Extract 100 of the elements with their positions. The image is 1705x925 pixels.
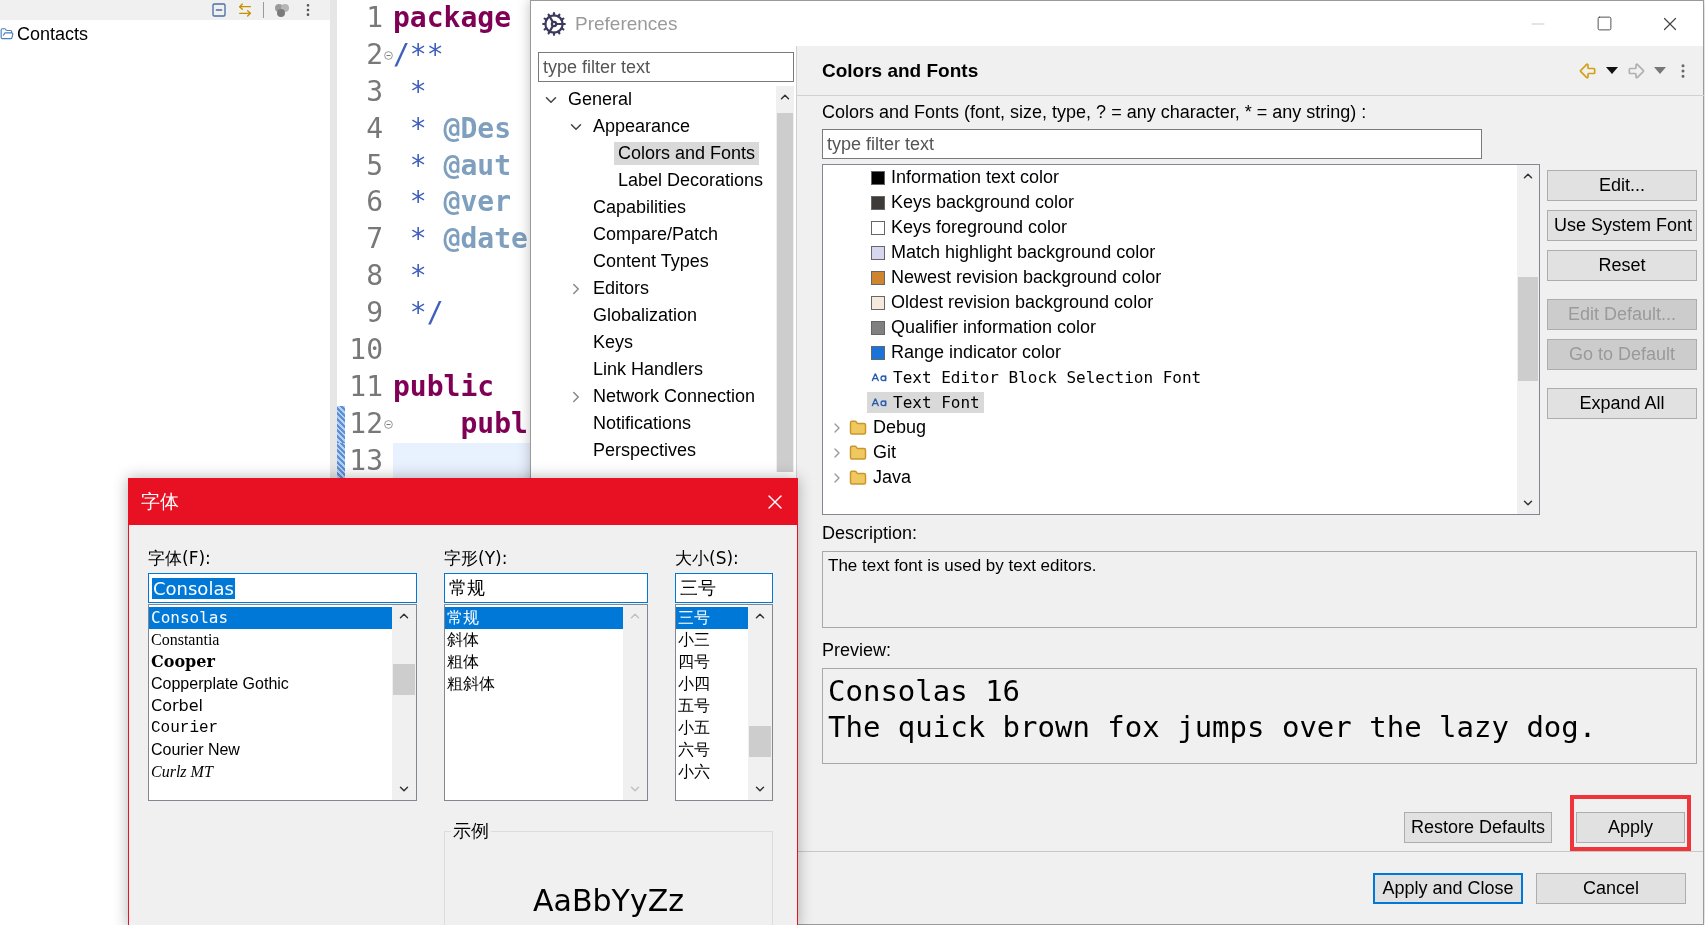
list-item[interactable]: Java <box>845 466 916 489</box>
action-button[interactable]: Expand All <box>1547 388 1697 419</box>
collapse-icon[interactable] <box>383 419 393 429</box>
list-item[interactable]: Constantia <box>149 629 392 651</box>
tree-item[interactable]: Compare/Patch <box>589 223 723 246</box>
description-label: Description: <box>822 522 919 545</box>
list-item[interactable]: 小六 <box>676 761 748 783</box>
list-item[interactable]: Qualifier information color <box>867 316 1101 339</box>
action-button[interactable]: Use System Font <box>1547 210 1697 241</box>
line-number: 5 <box>365 147 383 184</box>
tree-item[interactable]: Link Handlers <box>589 358 708 381</box>
line-number: 11 <box>348 368 383 405</box>
tree-item[interactable]: Network Connection <box>589 385 760 408</box>
scrollbar[interactable] <box>392 605 416 800</box>
input-field[interactable]: 常规 <box>444 573 648 603</box>
tree-item[interactable]: Keys <box>589 331 638 354</box>
arrows-icon[interactable] <box>237 2 253 18</box>
list-item[interactable]: 小四 <box>676 673 748 695</box>
dialog-title: 字体 <box>141 489 179 514</box>
list-item[interactable]: 粗体 <box>445 651 623 673</box>
list-item[interactable]: 小五 <box>676 717 748 739</box>
scrollbar-thumb[interactable] <box>749 725 771 758</box>
scrollbar-thumb[interactable] <box>777 113 793 472</box>
list-item[interactable]: 常规 <box>445 607 623 629</box>
list-item[interactable]: 小三 <box>676 629 748 651</box>
list-item[interactable]: Text Editor Block Selection Font <box>867 367 1206 388</box>
window-title: Preferences <box>575 12 678 35</box>
list-item[interactable]: Courier New <box>149 739 392 761</box>
line-number: 4 <box>365 110 383 147</box>
action-button[interactable]: Restore Defaults <box>1403 812 1552 843</box>
collapse-icon[interactable] <box>383 50 393 60</box>
back-icon[interactable] <box>1578 60 1598 81</box>
maximize-icon[interactable] <box>1595 15 1613 32</box>
input-field[interactable]: 三号 <box>675 573 773 603</box>
circles-icon[interactable] <box>274 3 290 17</box>
list-item[interactable]: Copperplate Gothic <box>149 673 392 695</box>
sample-text: AaBbYyZz <box>533 883 684 920</box>
list-item[interactable]: Consolas <box>149 607 392 629</box>
dialog-button[interactable]: Cancel <box>1536 872 1686 904</box>
list-item[interactable]: 斜体 <box>445 629 623 651</box>
line-number: 10 <box>348 332 383 368</box>
scrollbar[interactable] <box>1517 165 1539 514</box>
preview-text: Consolas 16 <box>828 673 1022 709</box>
filter-field[interactable]: type filter text <box>822 129 1482 159</box>
tree-item[interactable]: Editors <box>589 277 654 300</box>
list-item[interactable]: Courier <box>149 717 392 739</box>
filter-field[interactable]: type filter text <box>538 52 794 82</box>
scrollbar[interactable] <box>748 605 772 800</box>
tree-item[interactable]: Globalization <box>589 304 702 327</box>
code-line: public <box>393 368 496 405</box>
list-item[interactable]: Text Font <box>867 392 984 413</box>
list-item[interactable]: Keys foreground color <box>867 216 1072 239</box>
list-item[interactable]: Range indicator color <box>867 341 1066 364</box>
line-number: 7 <box>365 221 383 258</box>
tree-item[interactable]: General <box>564 88 637 111</box>
line-number: 3 <box>365 73 383 110</box>
code-line: * <box>408 73 428 110</box>
list-item[interactable]: 三号 <box>676 607 748 629</box>
action-button[interactable]: Edit... <box>1547 170 1697 201</box>
line-number: 9 <box>365 295 383 332</box>
list-item[interactable]: 五号 <box>676 695 748 717</box>
list-item[interactable]: Oldest revision background color <box>867 291 1158 314</box>
tree-item[interactable]: Appearance <box>589 115 695 138</box>
dropdown-icon[interactable] <box>1606 66 1618 75</box>
list-item[interactable]: 六号 <box>676 739 748 761</box>
collapse-all-icon[interactable] <box>211 2 227 18</box>
code-line: publ <box>459 405 529 442</box>
list-item[interactable]: Cooper <box>149 651 392 673</box>
page-title: Colors and Fonts <box>822 59 979 82</box>
list-item[interactable]: Corbel <box>149 695 392 717</box>
line-number: 8 <box>365 258 383 295</box>
tree-item[interactable]: Content Types <box>589 250 713 273</box>
list-item[interactable]: Debug <box>845 416 931 439</box>
tree-item[interactable]: Notifications <box>589 412 696 435</box>
list-item[interactable]: Newest revision background color <box>867 266 1166 289</box>
tree-item[interactable]: Label Decorations <box>614 169 768 192</box>
line-number: 13 <box>348 442 383 479</box>
code-line: * @ver <box>408 184 512 221</box>
list-item[interactable]: Git <box>845 441 900 464</box>
tree-item[interactable]: Perspectives <box>589 439 701 462</box>
scrollbar-thumb[interactable] <box>393 663 415 695</box>
list-item[interactable]: 四号 <box>676 651 748 673</box>
project-item[interactable]: Contacts <box>17 23 89 45</box>
tree-item[interactable]: Capabilities <box>589 196 691 219</box>
input-field[interactable]: Consolas <box>148 573 417 603</box>
list-item[interactable]: Curlz MT <box>149 761 392 783</box>
action-button[interactable]: Reset <box>1547 250 1697 281</box>
scrollbar[interactable] <box>776 86 794 472</box>
list-item[interactable]: Match highlight background color <box>867 241 1160 264</box>
folder-icon <box>849 443 867 462</box>
dialog-button[interactable]: Apply and Close <box>1373 872 1523 904</box>
forward-icon[interactable] <box>1626 60 1646 81</box>
code-line: * @Des <box>408 110 512 147</box>
action-button[interactable]: Apply <box>1576 812 1685 843</box>
code-line: * <box>408 258 428 295</box>
list-item[interactable]: Keys background color <box>867 191 1079 214</box>
tree-item[interactable]: Colors and Fonts <box>614 142 760 165</box>
list-item[interactable]: Information text color <box>867 166 1064 189</box>
list-item[interactable]: 粗斜体 <box>445 673 623 695</box>
scrollbar-thumb[interactable] <box>1518 276 1538 382</box>
